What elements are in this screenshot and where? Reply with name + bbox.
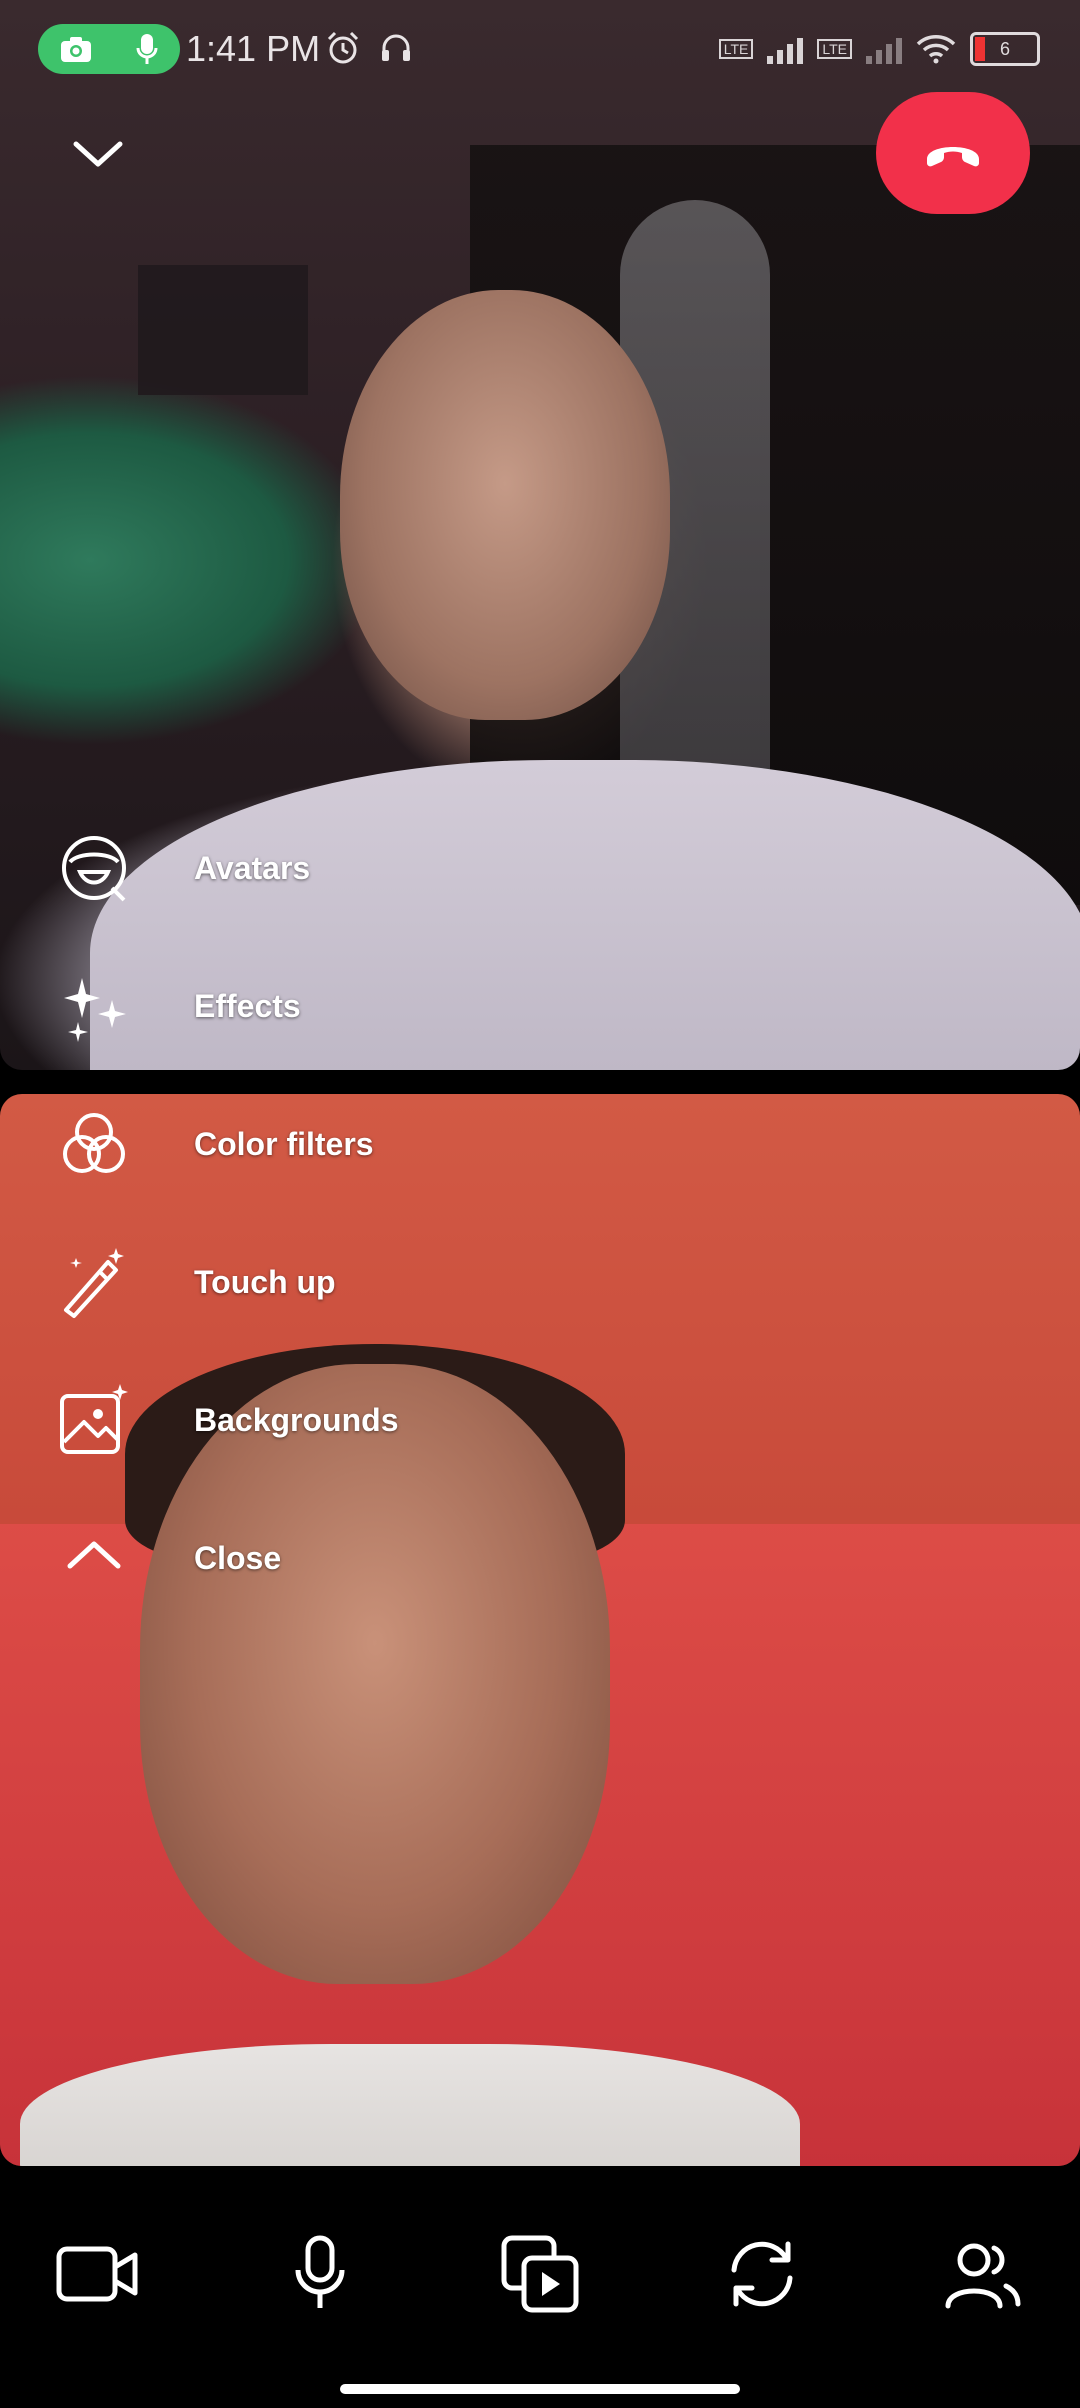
hang-up-icon xyxy=(927,147,979,167)
video-camera-icon xyxy=(56,2246,138,2302)
menu-item-backgrounds[interactable]: Backgrounds xyxy=(56,1374,756,1466)
magic-wand-icon xyxy=(56,1244,132,1320)
menu-item-effects[interactable]: Effects xyxy=(56,960,756,1052)
share-media-button[interactable] xyxy=(490,2224,590,2324)
recording-indicator xyxy=(38,24,180,74)
chevron-up-icon xyxy=(56,1520,132,1596)
volte-badge-2: LTE xyxy=(817,39,852,59)
headset-icon xyxy=(382,34,410,61)
minimize-call-button[interactable] xyxy=(66,128,130,180)
status-bar: 1:41 PM LTE LTE 6 xyxy=(0,0,1080,96)
menu-label-backgrounds: Backgrounds xyxy=(194,1401,399,1438)
chevron-down-icon xyxy=(73,141,123,167)
menu-item-color-filters[interactable]: Color filters xyxy=(56,1098,756,1190)
menu-label-touch-up: Touch up xyxy=(194,1263,336,1300)
signal-strength-icon xyxy=(767,34,804,64)
status-time: 1:41 PM xyxy=(186,28,321,69)
end-call-button[interactable] xyxy=(876,92,1030,214)
self-person-vest xyxy=(20,2044,800,2166)
menu-item-touch-up[interactable]: Touch up xyxy=(56,1236,756,1328)
mic-in-use-icon xyxy=(136,34,158,64)
menu-label-color-filters: Color filters xyxy=(194,1125,374,1162)
flip-camera-icon xyxy=(731,2241,793,2307)
toggle-mic-button[interactable] xyxy=(270,2224,370,2324)
menu-label-avatars: Avatars xyxy=(194,849,311,886)
volte-badge: LTE xyxy=(718,39,754,59)
color-filters-icon xyxy=(56,1106,132,1182)
menu-label-close: Close xyxy=(194,1539,282,1576)
menu-item-avatars[interactable]: Avatars xyxy=(56,822,756,914)
signal-strength-icon-2 xyxy=(866,34,902,64)
call-controls-bar xyxy=(0,2166,1080,2408)
toggle-video-button[interactable] xyxy=(48,2224,148,2324)
home-indicator[interactable] xyxy=(340,2384,740,2394)
menu-item-close[interactable]: Close xyxy=(56,1512,756,1604)
alarm-icon xyxy=(327,31,359,64)
battery-level: 6 xyxy=(999,38,1010,59)
participants-icon xyxy=(945,2243,1021,2309)
flip-camera-button[interactable] xyxy=(712,2224,812,2324)
status-icons: LTE LTE 6 xyxy=(718,26,1040,72)
background-image-icon xyxy=(56,1382,132,1458)
battery-icon: 6 xyxy=(970,32,1040,66)
remote-person xyxy=(340,290,670,720)
microphone-icon xyxy=(295,2235,345,2308)
camera-in-use-icon xyxy=(61,37,91,62)
participants-button[interactable] xyxy=(932,2224,1032,2324)
avatar-face-icon xyxy=(56,830,132,906)
share-media-icon xyxy=(501,2235,579,2313)
sparkles-icon xyxy=(56,968,132,1044)
background-frame xyxy=(138,265,308,395)
wifi-icon xyxy=(916,35,956,64)
menu-label-effects: Effects xyxy=(194,987,301,1024)
